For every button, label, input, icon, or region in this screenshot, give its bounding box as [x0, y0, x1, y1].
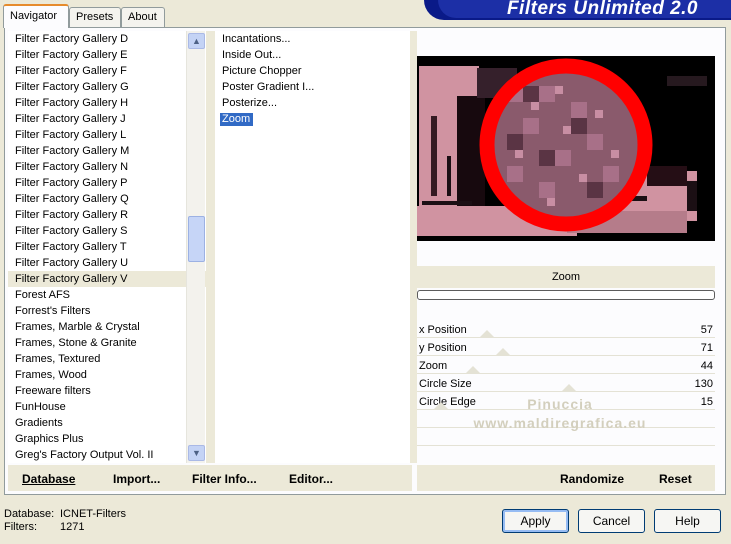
tab-presets[interactable]: Presets [69, 7, 121, 27]
slider-thumb[interactable] [466, 366, 480, 373]
category-item[interactable]: Filter Factory Gallery J [8, 111, 206, 127]
tab-strip: Navigator Presets About [3, 4, 423, 28]
category-item[interactable]: Filter Factory Gallery T [8, 239, 206, 255]
database-status-label: Database: [4, 508, 55, 520]
watermark-line2: www.maldiregrafica.eu [473, 415, 647, 431]
divider [206, 31, 215, 463]
filter-item-label: Incantations... [222, 33, 291, 45]
cancel-button[interactable]: Cancel [578, 509, 645, 533]
filter-item-label: Posterize... [222, 97, 278, 109]
database-label: Database [22, 472, 76, 486]
watermark-line1: Pinuccia [527, 396, 593, 412]
slider-thumb[interactable] [434, 402, 448, 409]
tab-navigator[interactable]: Navigator [3, 4, 69, 28]
param-slider-row[interactable]: y Position 71 [417, 339, 715, 357]
param-slider-row[interactable]: x Position 57 [417, 321, 715, 339]
slider-thumb[interactable] [562, 384, 576, 391]
category-item[interactable]: Filter Factory Gallery D [8, 31, 206, 47]
category-item[interactable]: Frames, Wood [8, 367, 206, 383]
reset-button[interactable]: Reset [659, 472, 692, 486]
category-item[interactable]: Filter Factory Gallery M [8, 143, 206, 159]
filters-count-label: Filters: [4, 521, 37, 533]
divider [410, 31, 417, 463]
preview-graphic [417, 56, 715, 241]
filters-count-value: 1271 [60, 521, 85, 533]
watermark: Pinuccia www.maldiregrafica.eu [460, 395, 660, 433]
category-item[interactable]: Frames, Marble & Crystal [8, 319, 206, 335]
category-item[interactable]: Frames, Stone & Granite [8, 335, 206, 351]
category-item[interactable]: Filter Factory Gallery P [8, 175, 206, 191]
category-item[interactable]: Filter Factory Gallery R [8, 207, 206, 223]
filter-item-label: Poster Gradient I... [222, 81, 315, 93]
filter-item-label: Picture Chopper [222, 65, 302, 77]
filter-item[interactable]: Inside Out... [215, 47, 410, 63]
import-button[interactable]: Import... [113, 472, 160, 486]
filter-info-button[interactable]: Filter Info... [192, 472, 257, 486]
filter-name-label: Zoom [417, 266, 715, 288]
category-item[interactable]: Filter Factory Gallery V [8, 271, 206, 287]
filter-item[interactable]: Zoom [215, 111, 410, 127]
category-item[interactable]: Forest AFS [8, 287, 206, 303]
category-item[interactable]: Filter Factory Gallery E [8, 47, 206, 63]
category-item[interactable]: Filter Factory Gallery G [8, 79, 206, 95]
randomize-button[interactable]: Randomize [560, 472, 624, 486]
apply-button[interactable]: Apply [502, 509, 569, 533]
category-item[interactable]: Filter Factory Gallery N [8, 159, 206, 175]
category-item[interactable]: Filter Factory Gallery U [8, 255, 206, 271]
category-item[interactable]: Filter Factory Gallery F [8, 63, 206, 79]
database-button[interactable]: Database [22, 472, 75, 486]
scroll-thumb[interactable] [188, 216, 205, 262]
param-slider-row[interactable]: Zoom 44 [417, 357, 715, 375]
slider-thumb[interactable] [496, 348, 510, 355]
filter-item[interactable]: Picture Chopper [215, 63, 410, 79]
category-item[interactable]: Filter Factory Gallery S [8, 223, 206, 239]
app-title: Filters Unlimited 2.0 [506, 0, 698, 19]
category-item[interactable]: Frames, Textured [8, 351, 206, 367]
filter-list[interactable]: Incantations... Inside Out... Picture Chop… [215, 31, 410, 463]
param-slider-row[interactable]: Circle Size 130 [417, 375, 715, 393]
left-button-bar: Database Import... Filter Info... Editor… [8, 465, 412, 491]
database-status-value: ICNET-Filters [60, 508, 126, 520]
category-scrollbar[interactable]: ▲ ▼ [186, 31, 205, 463]
category-item[interactable]: Filter Factory Gallery Q [8, 191, 206, 207]
category-item[interactable]: Graphics Plus [8, 431, 206, 447]
category-item[interactable]: Greg's Factory Output Vol. II [8, 447, 206, 463]
scroll-up-button[interactable]: ▲ [188, 33, 205, 49]
editor-button[interactable]: Editor... [289, 472, 333, 486]
app-banner: Filters Unlimited 2.0 [424, 0, 731, 20]
filter-item[interactable]: Incantations... [215, 31, 410, 47]
category-item[interactable]: Filter Factory Gallery H [8, 95, 206, 111]
category-item[interactable]: FunHouse [8, 399, 206, 415]
category-item[interactable]: Filter Factory Gallery L [8, 127, 206, 143]
right-button-bar: Randomize Reset [417, 465, 715, 491]
filter-item[interactable]: Poster Gradient I... [215, 79, 410, 95]
category-list[interactable]: Filter Factory Gallery D Filter Factory G… [8, 31, 206, 463]
tab-about[interactable]: About [121, 7, 165, 27]
slider-thumb[interactable] [480, 330, 494, 337]
filter-item-label: Zoom [220, 113, 254, 126]
status-info: Database: ICNET-Filters Filters: 1271 [4, 508, 126, 534]
scroll-down-button[interactable]: ▼ [188, 445, 205, 461]
preview-image[interactable] [417, 56, 715, 241]
category-item[interactable]: Freeware filters [8, 383, 206, 399]
filter-item[interactable]: Posterize... [215, 95, 410, 111]
help-button[interactable]: Help [654, 509, 721, 533]
category-item[interactable]: Gradients [8, 415, 206, 431]
progress-bar [417, 290, 715, 300]
category-item[interactable]: Forrest's Filters [8, 303, 206, 319]
filter-item-label: Inside Out... [222, 49, 282, 61]
